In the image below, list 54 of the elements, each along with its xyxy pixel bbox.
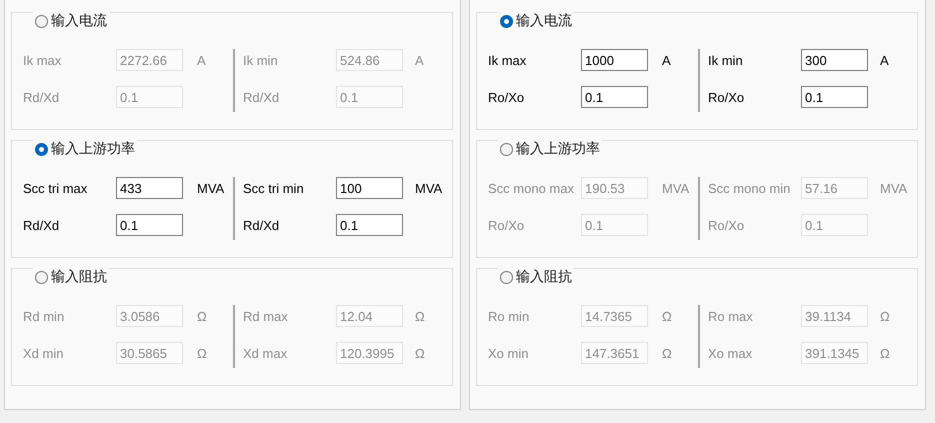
radio-button[interactable]: 输入电流 <box>498 12 574 30</box>
unit-label: MVA <box>414 180 443 196</box>
field-label: Xo min <box>488 346 530 360</box>
field-label: Xo max <box>707 346 754 360</box>
field-label: Ik min <box>707 52 744 68</box>
input-field[interactable]: 433 <box>116 177 183 199</box>
field-label: Rd/Xd <box>242 90 280 104</box>
input-field[interactable]: 100 <box>336 177 403 199</box>
field-label: Xd min <box>23 346 64 360</box>
field-label: Rd/Xd <box>242 218 280 232</box>
unit-label: Ω <box>661 308 673 324</box>
radio-button[interactable]: 输入阻抗 <box>498 268 574 286</box>
unit-label: A <box>661 52 672 68</box>
field-label: Ro max <box>707 308 754 324</box>
field-label: Scc mono min <box>707 180 792 196</box>
input-field[interactable]: 0.1 <box>336 214 403 236</box>
field-label: Scc tri min <box>242 180 305 196</box>
unit-label: Ω <box>661 346 673 360</box>
unit-label: MVA <box>661 180 690 196</box>
unit-label: Ω <box>196 308 208 324</box>
unit-label: Ω <box>879 346 891 360</box>
radio-button[interactable]: 输入上游功率 <box>498 140 602 158</box>
field-label: Scc mono max <box>488 180 575 196</box>
input-field[interactable]: 1000 <box>581 49 648 71</box>
unit-label: MVA <box>879 180 908 196</box>
unit-label: A <box>196 52 207 68</box>
unit-label: Ω <box>879 308 891 324</box>
unit-label: A <box>414 52 425 68</box>
unit-label: Ω <box>196 346 208 360</box>
input-field[interactable]: 0.1 <box>581 86 648 108</box>
input-field[interactable]: 0.1 <box>116 214 183 236</box>
radio-button[interactable]: 输入阻抗 <box>33 268 109 286</box>
field-label: Rd/Xd <box>23 90 60 104</box>
field-label: Ik min <box>242 52 279 68</box>
input-field[interactable]: 300 <box>801 49 868 71</box>
field-label: Rd min <box>23 308 66 324</box>
field-label: Rd max <box>242 308 289 324</box>
radio-button[interactable]: 输入上游功率 <box>33 140 137 158</box>
input-field[interactable]: 0.1 <box>801 86 868 108</box>
field-label: Ro/Xo <box>707 218 746 232</box>
field-label: Xd max <box>242 346 288 360</box>
field-label: Scc tri max <box>23 180 88 196</box>
radio-button[interactable]: 输入电流 <box>33 12 109 30</box>
field-label: Ro/Xo <box>488 90 526 104</box>
unit-label: Ω <box>414 308 426 324</box>
unit-label: Ω <box>414 346 426 360</box>
unit-label: MVA <box>196 180 226 196</box>
field-label: Ro/Xo <box>707 90 746 104</box>
field-label: Rd/Xd <box>23 218 60 232</box>
field-label: Ro/Xo <box>488 218 526 232</box>
unit-label: A <box>879 52 890 68</box>
field-label: Ik max <box>488 52 528 68</box>
field-label: Ro min <box>488 308 530 324</box>
field-label: Ik max <box>23 52 62 68</box>
